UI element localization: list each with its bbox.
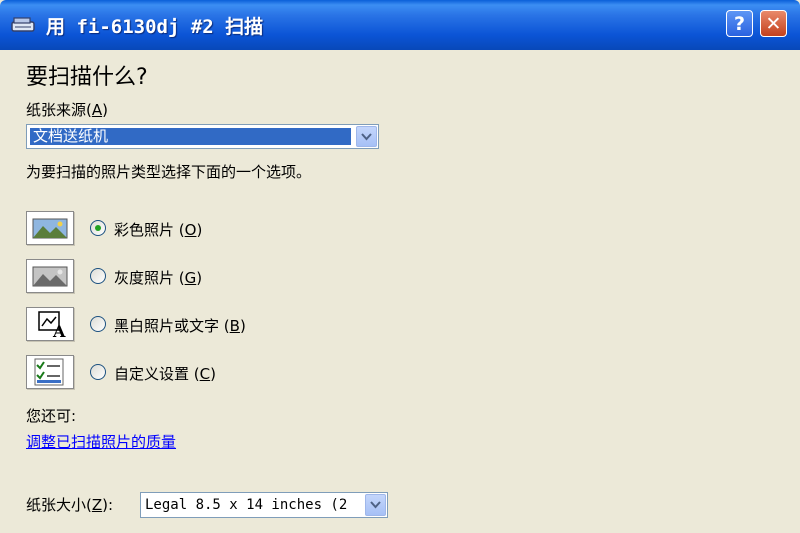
option-label-bw-text[interactable]: 黑白照片或文字 (B) <box>114 315 246 336</box>
option-label-grayscale-photo[interactable]: 灰度照片 (G) <box>114 267 202 288</box>
radio-grayscale-photo[interactable] <box>90 268 106 284</box>
dialog-body <box>0 50 800 533</box>
also-text: 您还可: <box>26 407 77 425</box>
option-label-color-photo[interactable]: 彩色照片 (O) <box>114 219 202 240</box>
dropdown-arrow-button[interactable] <box>356 126 377 147</box>
grayscale-photo-icon[interactable] <box>26 259 74 293</box>
paper-size-dropdown[interactable]: Legal 8.5 x 14 inches (2 <box>140 492 388 518</box>
svg-text:A: A <box>52 322 66 340</box>
paper-size-value: Legal 8.5 x 14 inches (2 <box>145 497 348 513</box>
titlebar[interactable]: 用 fi-6130dj #2 扫描 ? ✕ <box>0 0 800 50</box>
adjust-quality-link[interactable]: 调整已扫描照片的质量 <box>26 431 176 452</box>
option-label-custom-settings[interactable]: 自定义设置 (C) <box>114 363 216 384</box>
window-title: 用 fi-6130dj #2 扫描 <box>46 16 264 38</box>
help-button[interactable]: ? <box>726 10 753 37</box>
radio-custom-settings[interactable] <box>90 364 106 380</box>
radio-color-photo[interactable] <box>90 220 106 236</box>
paper-source-label: 纸张来源(A) <box>26 101 108 119</box>
scanner-icon <box>11 17 35 32</box>
radio-bw-text[interactable] <box>90 316 106 332</box>
close-button[interactable]: ✕ <box>760 10 787 37</box>
dropdown-arrow-button[interactable] <box>365 494 386 516</box>
paper-size-label: 纸张大小(Z): <box>26 496 114 514</box>
instruction-text: 为要扫描的照片类型选择下面的一个选项。 <box>26 163 312 181</box>
page-heading: 要扫描什么? <box>26 65 148 90</box>
paper-source-value: 文档送纸机 <box>30 128 351 145</box>
color-photo-icon[interactable] <box>26 211 74 245</box>
custom-settings-icon[interactable] <box>26 355 74 389</box>
chevron-down-icon <box>370 501 381 509</box>
chevron-down-icon <box>361 133 372 141</box>
bw-text-icon[interactable]: A <box>26 307 74 341</box>
paper-source-dropdown[interactable]: 文档送纸机 <box>26 124 379 149</box>
